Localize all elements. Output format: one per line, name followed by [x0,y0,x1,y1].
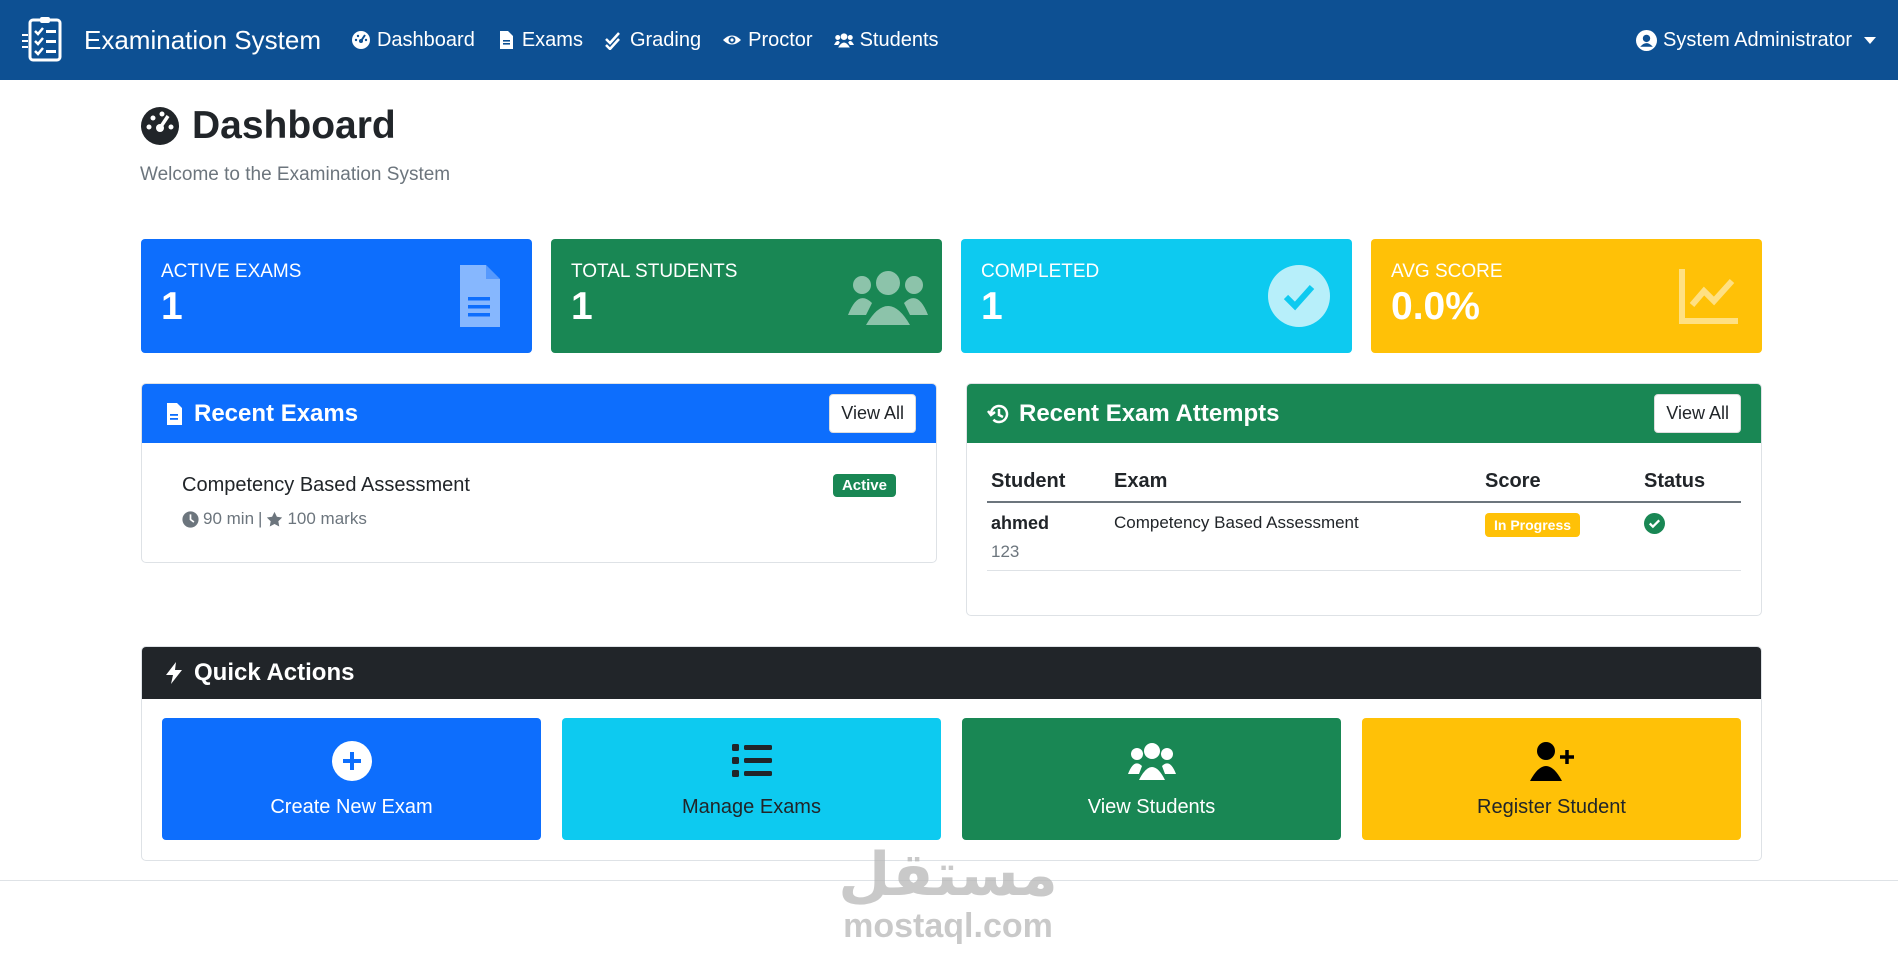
users-icon [833,33,854,48]
action-label: Manage Exams [682,795,821,818]
cell-score: In Progress [1481,502,1640,571]
quick-actions-title: Quick Actions [194,659,355,686]
users-icon [1127,742,1176,780]
table-header-row: Student Exam Score Status [987,470,1741,503]
column-header: Status [1640,470,1741,503]
eye-icon [723,35,742,45]
plus-circle-icon [331,740,372,781]
column-header: Exam [1110,470,1481,503]
view-all-exams-button[interactable]: View All [829,394,916,433]
action-label: Register Student [1477,795,1626,818]
watermark-latin: mostaql.com [843,907,1053,945]
recent-exams-header: Recent Exams View All [142,384,936,443]
gauge-icon [351,31,370,49]
check-double-icon [605,32,620,50]
users-icon [848,271,928,325]
table-row[interactable]: ahmed 123 Competency Based Assessment In… [987,502,1741,571]
cell-status [1640,502,1741,571]
stat-card-active-exams: ACTIVE EXAMS 1 [141,239,532,353]
nav-menu: Dashboard Exams Grading Proctor Students [351,29,960,52]
chart-line-icon [1679,269,1738,324]
list-item[interactable]: Competency Based Assessment 90 min | 100… [182,474,896,529]
student-name: ahmed [991,513,1050,533]
page-title: Dashboard [140,104,396,148]
nav-item-proctor[interactable]: Proctor [722,28,813,52]
quick-actions-panel: Quick Actions Create New Exam Manage Exa… [141,646,1762,861]
chevron-down-icon [1864,36,1876,44]
status-badge: In Progress [1485,513,1581,537]
check-circle-icon [1644,513,1665,534]
exam-name: Competency Based Assessment [182,474,470,496]
manage-exams-button[interactable]: Manage Exams [562,718,941,840]
brand-name: Examination System [84,24,321,55]
recent-exams-panel: Recent Exams View All Competency Based A… [141,383,937,563]
file-icon [499,31,513,49]
meta-separator: | [258,509,263,528]
action-label: Create New Exam [270,795,433,818]
stat-card-completed: COMPLETED 1 [961,239,1352,353]
nav-item-exams[interactable]: Exams [496,29,583,52]
top-navbar: Examination System Dashboard Exams Gradi… [0,0,1898,80]
list-icon [731,743,772,777]
nav-item-grading[interactable]: Grading [604,29,701,52]
watermark-logo: مستقل mostaql.com [833,845,1063,946]
exam-list-icon [22,17,62,62]
cell-exam: Competency Based Assessment [1110,502,1481,571]
history-icon [987,404,1009,423]
view-students-button[interactable]: View Students [962,718,1341,840]
student-id: 123 [991,542,1020,561]
nav-item-label: Grading [629,28,702,51]
user-circle-icon [1636,29,1658,51]
cell-student: ahmed 123 [987,502,1110,571]
user-menu-dropdown[interactable]: System Administrator [1636,0,1876,80]
column-header: Student [987,470,1110,503]
gauge-icon [141,107,179,145]
nav-item-label: Dashboard [376,28,475,51]
create-new-exam-button[interactable]: Create New Exam [162,718,541,840]
brand[interactable]: Examination System [20,16,321,64]
stat-card-total-students: TOTAL STUDENTS 1 [551,239,942,353]
star-icon [267,511,283,527]
nav-item-label: Students [859,28,939,51]
bolt-icon [166,662,182,684]
exam-meta: 90 min | 100 marks [182,509,896,529]
check-circle-icon [1268,265,1330,327]
nav-item-students[interactable]: Students [833,28,939,52]
user-plus-icon [1529,741,1574,781]
register-student-button[interactable]: Register Student [1362,718,1741,840]
file-lines-icon [460,265,500,327]
view-all-attempts-button[interactable]: View All [1654,394,1741,433]
recent-attempts-title: Recent Exam Attempts [1019,399,1280,427]
nav-item-label: Exams [521,28,583,51]
action-label: View Students [1087,795,1216,818]
exam-marks: 100 marks [287,509,367,528]
status-badge: Active [832,474,896,497]
quick-actions-header: Quick Actions [142,647,1761,699]
attempts-table: Student Exam Score Status ahmed 123 Comp… [987,470,1741,571]
page-title-text: Dashboard [192,104,396,147]
page-subtitle: Welcome to the Examination System [140,164,451,185]
clock-icon [182,510,199,528]
watermark-arabic: مستقل [838,840,1058,910]
nav-item-dashboard[interactable]: Dashboard [351,29,475,52]
recent-attempts-panel: Recent Exam Attempts View All Student Ex… [966,383,1762,616]
recent-exams-title: Recent Exams [194,399,359,427]
stat-card-avg-score: AVG SCORE 0.0% [1371,239,1762,353]
exam-duration: 90 min [203,509,255,528]
user-name: System Administrator [1663,28,1852,51]
column-header: Score [1481,470,1640,503]
nav-item-label: Proctor [748,28,813,51]
recent-attempts-header: Recent Exam Attempts View All [967,384,1761,443]
file-icon [167,402,182,425]
